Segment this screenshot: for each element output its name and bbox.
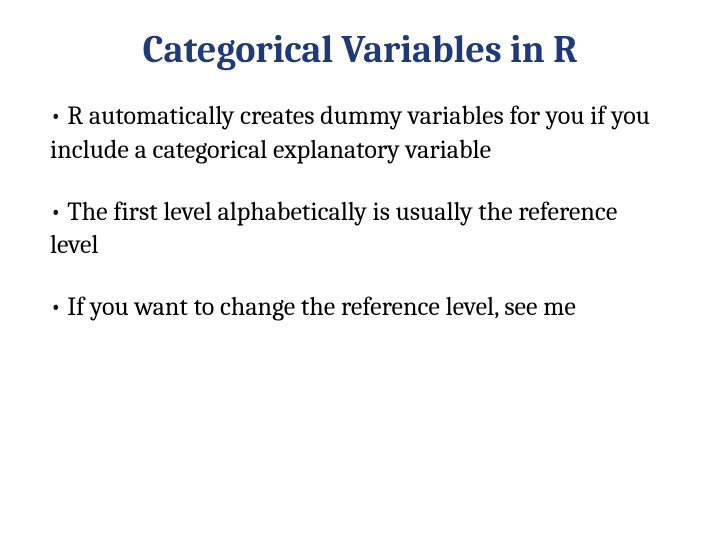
bullet-text: The first level alphabetically is usuall… [50, 197, 617, 261]
bullet-item: • The first level alphabetically is usua… [50, 196, 670, 264]
bullet-list: • R automatically creates dummy variable… [50, 100, 670, 325]
bullet-item: • R automatically creates dummy variable… [50, 100, 670, 168]
bullet-marker-icon: • [50, 101, 62, 131]
bullet-item: • If you want to change the reference le… [50, 291, 670, 325]
bullet-marker-icon: • [50, 197, 62, 227]
bullet-marker-icon: • [50, 292, 62, 322]
bullet-text: If you want to change the reference leve… [67, 292, 576, 322]
slide-title: Categorical Variables in R [50, 28, 670, 72]
bullet-text: R automatically creates dummy variables … [50, 101, 650, 165]
